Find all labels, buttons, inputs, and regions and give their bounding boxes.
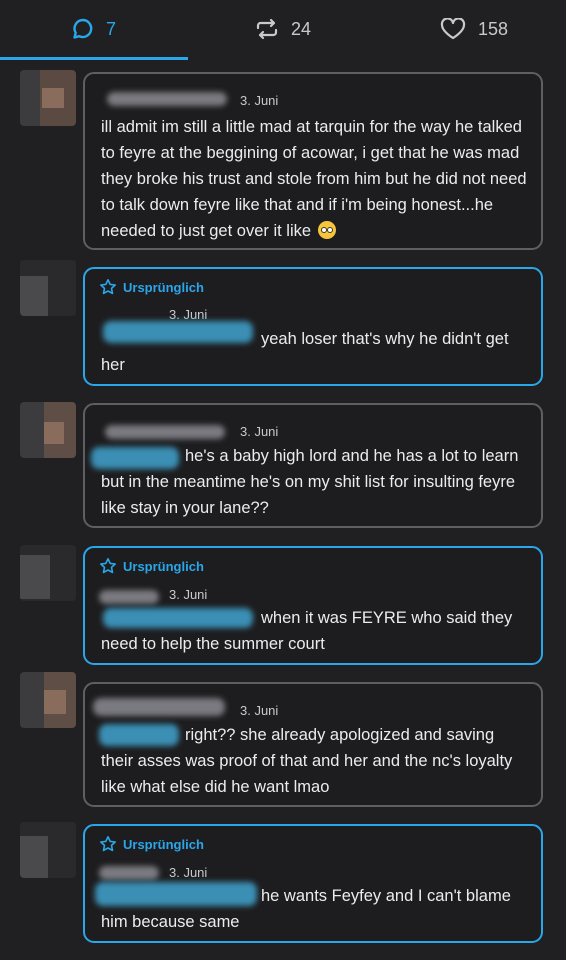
blurred-username [107,92,227,106]
blurred-username [105,425,225,439]
reply-date: 3. Juni [169,587,208,602]
notes-tab-bar: 7 24 158 [0,0,566,60]
reply-text: yeah loser that's why he didn't get her [101,330,509,374]
reply-card: 3. Juni ill admit im still a little mad … [83,72,543,250]
star-icon [100,558,116,574]
avatar[interactable] [20,822,76,878]
tab-replies[interactable]: 7 [72,14,116,44]
avatar[interactable] [20,70,76,126]
avatar[interactable] [20,545,76,601]
reply-text: he's a baby high lord and he has a lot t… [101,447,519,517]
reply-card-original: Ursprünglich 3. Juni he wants Feyfey and… [83,824,543,943]
reply-text: when it was FEYRE who said they need to … [101,609,513,653]
reply-date: 3. Juni [240,703,279,718]
tab-likes[interactable]: 158 [440,14,508,44]
reply-card-original: Ursprünglich 3. Juni yeah loser that's w… [83,267,543,386]
reply-date: 3. Juni [240,93,279,108]
blurred-username [99,866,159,880]
reblogs-count: 24 [291,18,312,39]
original-badge: Ursprünglich [99,557,204,575]
reply-card-original: Ursprünglich 3. Juni when it was FEYRE w… [83,546,543,665]
reply-text: right?? she already apologized and savin… [101,726,513,796]
eye-roll-emoji [317,221,336,239]
avatar[interactable] [20,402,76,458]
reply-card: 3. Juni right?? she already apologized a… [83,682,543,807]
reply-text: ill admit im still a little mad at tarqu… [101,118,527,240]
blurred-username [99,590,159,604]
heart-icon [440,18,466,40]
avatar[interactable] [20,260,76,316]
tab-reblogs[interactable]: 24 [255,14,311,44]
reply-card: 3. Juni he's a baby high lord and he has… [83,403,543,528]
star-icon [100,279,116,295]
avatar[interactable] [20,672,76,728]
reply-date: 3. Juni [240,424,279,439]
original-badge: Ursprünglich [99,835,204,853]
reply-text: he wants Feyfey and I can't blame him be… [101,887,511,931]
replies-count: 7 [106,18,117,39]
reblog-icon [255,18,279,40]
blurred-username [93,698,225,716]
likes-count: 158 [478,18,509,39]
star-icon [100,836,116,852]
reply-date: 3. Juni [169,865,208,880]
active-tab-indicator [0,57,188,60]
reply-bubble-icon [72,18,94,40]
original-badge: Ursprünglich [99,278,204,296]
reply-date: 3. Juni [169,307,208,322]
